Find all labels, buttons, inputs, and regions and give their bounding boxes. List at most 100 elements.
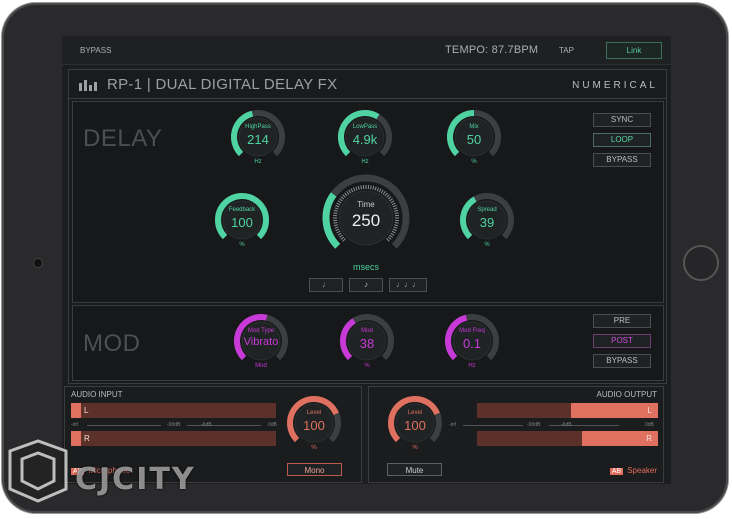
home-button[interactable] [683, 245, 719, 281]
knob-unit: Hz [468, 363, 476, 369]
ipad-frame: BYPASS TEMPO: 87.7BPM TAP Link RP-1 | DU… [2, 3, 728, 513]
knob-tick [340, 236, 345, 240]
delay-section-label: DELAY [83, 125, 163, 152]
input-level-knob[interactable]: Level 100% [284, 393, 344, 461]
knob-unit: % [239, 242, 245, 248]
knob-value: 38 [359, 336, 375, 351]
loop-button[interactable]: LOOP [593, 133, 651, 147]
brand-label: NUMERICAL [572, 80, 658, 91]
knob-tick [390, 232, 395, 236]
highpass-knob[interactable]: HighPass 214 Hz [228, 107, 288, 175]
note-quarter-button[interactable]: ♩ [309, 278, 343, 292]
knob-name: Mod Freq [459, 328, 485, 334]
knob-unit: % [364, 363, 370, 369]
knob-tick [376, 187, 380, 192]
knob-name: Feedback [228, 207, 256, 213]
scale-label: 0dB [268, 422, 277, 428]
knob-tick [355, 186, 358, 191]
mix-knob[interactable]: Mix 50% [444, 107, 504, 175]
knob-value: 100 [404, 418, 426, 433]
audio-output-title: AUDIO OUTPUT [596, 390, 657, 399]
output-meter-left-label: L [647, 406, 652, 415]
watermark-text: CJCITY [75, 462, 196, 497]
output-meter-right: R [477, 431, 658, 446]
scale-label: -6dB [561, 422, 572, 428]
knob-tick [391, 230, 396, 234]
note-eighth-button[interactable]: ♪ [349, 278, 383, 292]
mono-button[interactable]: Mono [287, 463, 342, 476]
knob-value: 50 [466, 132, 482, 147]
knob-unit: Hz [361, 159, 369, 165]
mod-section-label: MOD [83, 330, 141, 357]
input-meter-left-label: L [84, 406, 89, 415]
knob-name: Level [306, 410, 322, 416]
knob-name: Mod Type [247, 328, 275, 334]
knob-tick [378, 188, 382, 193]
output-level-knob[interactable]: Level 100% [385, 393, 445, 461]
knob-value: 4.9k [352, 132, 378, 147]
tempo-readout: TEMPO: 87.7BPM [445, 44, 539, 56]
time-knob[interactable]: Time 250 msecs [319, 172, 413, 276]
knob-tick [346, 191, 350, 195]
mod-freq-knob[interactable]: Mod Freq 0.1 Hz [442, 311, 502, 379]
knob-tick [352, 187, 356, 192]
host-toolbar: BYPASS TEMPO: 87.7BPM TAP Link [62, 36, 671, 65]
tap-tempo-button[interactable]: TAP [559, 46, 574, 55]
knob-name: Time [357, 200, 375, 209]
bars-logo-icon [79, 80, 97, 91]
knob-name: Level [407, 410, 423, 416]
knob-tick [348, 189, 352, 194]
output-destination[interactable]: AB Speaker [609, 466, 657, 475]
output-dest-tag: AB [609, 468, 624, 475]
knob-tick [374, 186, 377, 191]
mod-bypass-button[interactable]: BYPASS [593, 354, 651, 368]
knob-unit: % [311, 445, 317, 451]
feedback-knob[interactable]: Feedback 100% [212, 190, 272, 258]
pre-button[interactable]: PRE [593, 314, 651, 328]
knob-tick [342, 238, 346, 242]
knob-tick [382, 191, 386, 195]
knob-name: HighPass [245, 124, 271, 130]
knob-value: 39 [479, 215, 495, 230]
host-bypass-button[interactable]: BYPASS [80, 46, 111, 55]
mod-depth-knob[interactable]: Mod 38% [337, 311, 397, 379]
knob-name: Mix [469, 124, 479, 130]
knob-tick [387, 236, 392, 240]
knob-value: 214 [247, 132, 269, 147]
knob-value: 100 [231, 215, 253, 230]
knob-value: 100 [303, 418, 325, 433]
knob-tick [350, 188, 354, 193]
spread-knob[interactable]: Spread 39% [457, 190, 517, 258]
scale-label: 0dB [645, 422, 654, 428]
knob-tick [370, 185, 372, 190]
mod-type-knob[interactable]: Mod Type Vibrato Mod [231, 311, 291, 379]
knob-tick [386, 238, 390, 242]
knob-tick [384, 192, 388, 197]
app-screen: BYPASS TEMPO: 87.7BPM TAP Link RP-1 | DU… [62, 36, 671, 484]
scale-label: -90dB [527, 422, 541, 428]
input-meter-scale: -inf -90dB -6dB 0dB [71, 421, 277, 429]
mute-button[interactable]: Mute [387, 463, 442, 476]
post-button[interactable]: POST [593, 334, 651, 348]
sync-button[interactable]: SYNC [593, 113, 651, 127]
knob-name: LowPass [352, 124, 378, 130]
mod-section: MOD Mod Type Vibrato Mod Mod 38% Mod Freq 0.… [72, 305, 664, 381]
scale-label: -inf [449, 422, 456, 428]
lowpass-knob[interactable]: LowPass 4.9k Hz [335, 107, 395, 175]
knob-value: Vibrato [243, 336, 279, 348]
link-button[interactable]: Link [606, 42, 662, 59]
note-triplet-button[interactable]: ♩♩♩ [389, 278, 427, 292]
plugin-window: RP-1 | DUAL DIGITAL DELAY FX NUMERICAL D… [68, 69, 667, 384]
knob-unit: % [412, 445, 418, 451]
knob-tick [340, 196, 345, 200]
delay-bypass-button[interactable]: BYPASS [593, 153, 651, 167]
knob-unit: msecs [352, 262, 379, 272]
audio-input-title: AUDIO INPUT [71, 390, 123, 399]
input-meter-left: L [71, 403, 276, 418]
knob-tick [387, 196, 392, 200]
scale-label: -inf [71, 422, 78, 428]
knob-name: Mod [361, 328, 373, 334]
camera [33, 258, 43, 268]
knob-tick [344, 192, 348, 197]
knob-tick [380, 189, 384, 194]
